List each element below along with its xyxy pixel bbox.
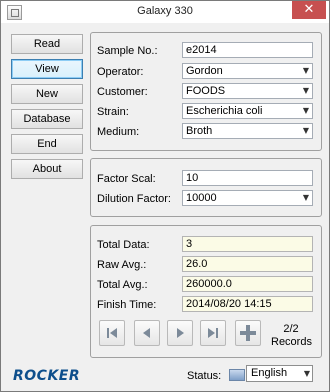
chevron-down-icon: ▼ bbox=[302, 126, 309, 135]
first-record-icon bbox=[107, 328, 117, 338]
total-avg-label: Total Avg.: bbox=[97, 279, 148, 291]
read-button[interactable]: Read bbox=[11, 34, 83, 54]
customer-select[interactable]: FOODS ▼ bbox=[182, 83, 313, 99]
sample-no-label: Sample No.: bbox=[97, 45, 158, 57]
customer-label: Customer: bbox=[97, 86, 148, 98]
medium-select[interactable]: Broth ▼ bbox=[182, 123, 313, 139]
next-record-button[interactable] bbox=[167, 320, 193, 346]
first-record-button[interactable] bbox=[99, 320, 125, 346]
total-data-label: Total Data: bbox=[97, 239, 150, 251]
dilution-factor-select[interactable]: 10000 ▼ bbox=[182, 190, 313, 206]
chevron-down-icon: ▼ bbox=[302, 193, 309, 202]
end-button[interactable]: End bbox=[11, 134, 83, 154]
about-button[interactable]: About bbox=[11, 159, 83, 179]
database-button[interactable]: Database bbox=[11, 109, 83, 129]
window-title: Galaxy 330 bbox=[137, 5, 193, 17]
status-indicator-icon bbox=[229, 369, 245, 381]
operator-select[interactable]: Gordon ▼ bbox=[182, 63, 313, 79]
dilution-factor-label: Dilution Factor: bbox=[97, 193, 171, 205]
language-select[interactable]: English ▼ bbox=[246, 365, 313, 382]
next-record-icon bbox=[177, 328, 184, 338]
total-data-field: 3 bbox=[182, 236, 313, 252]
raw-avg-field: 26.0 bbox=[182, 256, 313, 272]
strain-label: Strain: bbox=[97, 106, 129, 118]
raw-avg-label: Raw Avg.: bbox=[97, 259, 147, 271]
language-value: English bbox=[251, 367, 288, 379]
window-close-button[interactable]: ✕ bbox=[292, 1, 326, 19]
last-record-button[interactable] bbox=[200, 320, 226, 346]
view-button[interactable]: View bbox=[11, 59, 83, 79]
record-counter: 2/2 Records bbox=[271, 323, 312, 349]
chevron-down-icon: ▼ bbox=[303, 369, 310, 378]
record-count: 2/2 bbox=[283, 323, 299, 335]
add-record-button[interactable] bbox=[235, 320, 261, 346]
chevron-down-icon: ▼ bbox=[302, 106, 309, 115]
title-bar: Galaxy 330 ✕ bbox=[1, 1, 329, 23]
medium-value: Broth bbox=[186, 125, 213, 137]
records-label: Records bbox=[271, 336, 312, 348]
rocker-logo: ROCKER bbox=[13, 368, 81, 384]
strain-select[interactable]: Escherichia coli ▼ bbox=[182, 103, 313, 119]
dilution-factor-value: 10000 bbox=[186, 192, 217, 204]
status-label: Status: bbox=[187, 370, 222, 382]
factors-panel bbox=[90, 158, 322, 217]
operator-label: Operator: bbox=[97, 66, 144, 78]
customer-value: FOODS bbox=[186, 85, 226, 97]
chevron-down-icon: ▼ bbox=[302, 86, 309, 95]
last-record-icon bbox=[208, 328, 218, 338]
operator-value: Gordon bbox=[186, 65, 223, 77]
sample-no-field[interactable]: e2014 bbox=[182, 42, 313, 58]
chevron-down-icon: ▼ bbox=[302, 66, 309, 75]
strain-value: Escherichia coli bbox=[186, 105, 263, 117]
app-window: Galaxy 330 ✕ Read View New Database End … bbox=[0, 0, 330, 392]
add-record-icon bbox=[240, 325, 256, 341]
factor-scal-label: Factor Scal: bbox=[97, 173, 156, 185]
new-button[interactable]: New bbox=[11, 84, 83, 104]
finish-time-field: 2014/08/20 14:15 bbox=[182, 296, 313, 312]
total-avg-field: 260000.0 bbox=[182, 276, 313, 292]
previous-record-icon bbox=[143, 328, 150, 338]
previous-record-button[interactable] bbox=[134, 320, 160, 346]
factor-scal-field[interactable]: 10 bbox=[182, 170, 313, 186]
medium-label: Medium: bbox=[97, 126, 140, 138]
finish-time-label: Finish Time: bbox=[97, 299, 157, 311]
